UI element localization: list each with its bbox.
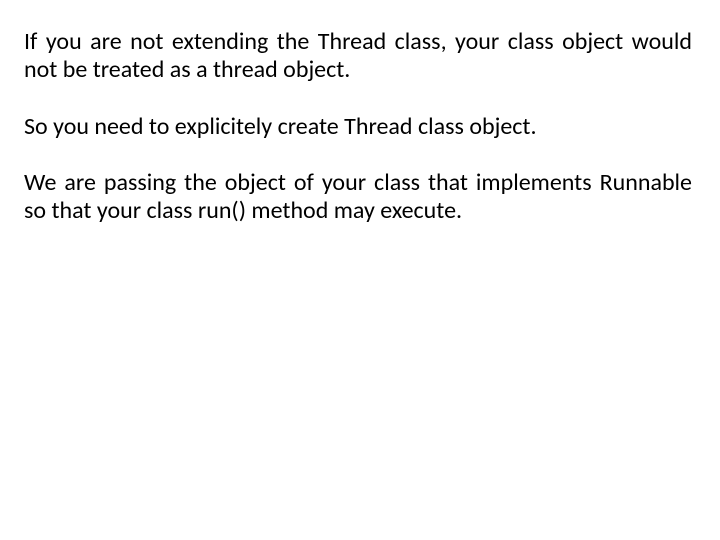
- paragraph-3: We are passing the object of your class …: [24, 169, 692, 226]
- paragraph-1: If you are not extending the Thread clas…: [24, 28, 692, 85]
- slide: If you are not extending the Thread clas…: [0, 0, 720, 540]
- paragraph-2: So you need to explicitely create Thread…: [24, 113, 692, 141]
